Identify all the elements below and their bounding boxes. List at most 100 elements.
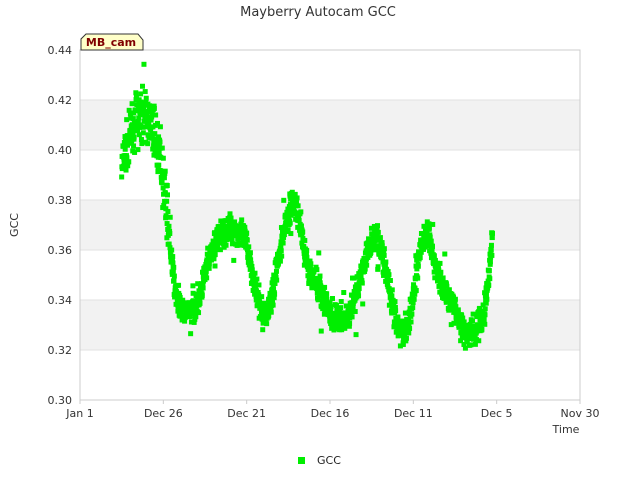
chart: 0.30 0.32 0.34 0.36 0.38 0.40 0.42 0.44 Jan 1 De…	[8, 5, 599, 467]
gcc-point	[403, 335, 409, 341]
gcc-point	[375, 264, 381, 270]
gcc-point	[259, 294, 265, 300]
x-axis-ticks: Jan 1 Dec 26 Dec 21 Dec 16 Dec 11 Dec 5 Nov 30	[65, 400, 599, 420]
y-tick-label: 0.30	[48, 394, 73, 407]
gcc-point	[410, 305, 416, 311]
gcc-point	[256, 282, 262, 288]
gcc-point	[349, 314, 355, 320]
gcc-point	[190, 283, 196, 289]
gcc-point	[304, 248, 310, 254]
y-tick-label: 0.36	[48, 244, 73, 257]
gcc-point	[119, 174, 125, 180]
gcc-point	[157, 124, 163, 130]
gcc-point	[476, 338, 482, 344]
gcc-point	[274, 277, 280, 283]
y-axis-label: GCC	[8, 213, 21, 237]
gcc-point	[353, 332, 359, 338]
flag-label: MB_cam	[86, 36, 136, 49]
gcc-point	[479, 326, 485, 332]
gcc-point	[347, 321, 353, 327]
gcc-point	[145, 141, 151, 147]
gcc-point	[264, 321, 270, 327]
gcc-point	[223, 242, 229, 248]
gcc-point	[317, 273, 323, 279]
gcc-point	[169, 247, 175, 253]
gcc-point	[440, 275, 446, 281]
x-tick-label: Dec 5	[481, 407, 513, 420]
y-tick-label: 0.32	[48, 344, 73, 357]
gcc-point	[487, 259, 493, 265]
gcc-point	[338, 299, 344, 305]
gcc-point	[489, 235, 495, 241]
gcc-point	[417, 255, 423, 261]
gcc-point	[188, 331, 194, 337]
gcc-point	[196, 310, 202, 316]
gcc-point	[138, 91, 144, 97]
gcc-point	[141, 61, 147, 67]
gcc-point	[166, 223, 172, 229]
gcc-point	[294, 195, 300, 201]
y-tick-label: 0.40	[48, 144, 73, 157]
gcc-point	[212, 252, 218, 258]
gcc-point	[314, 267, 320, 273]
gcc-point	[164, 198, 170, 204]
gcc-point	[142, 89, 148, 95]
gcc-point	[200, 285, 206, 291]
gcc-point	[386, 272, 392, 278]
gcc-point	[159, 145, 165, 151]
gcc-point	[308, 261, 314, 267]
gcc-point	[488, 242, 494, 248]
gcc-point	[490, 230, 495, 236]
gcc-point	[375, 223, 380, 229]
gcc-point	[171, 273, 177, 279]
gcc-point	[212, 263, 218, 269]
gcc-point	[135, 147, 141, 153]
gcc-point	[162, 168, 168, 174]
gcc-point	[140, 130, 146, 136]
gcc-point	[381, 246, 387, 252]
gcc-point	[437, 260, 443, 266]
x-tick-label: Dec 16	[311, 407, 350, 420]
chart-title: Mayberry Autocam GCC	[240, 5, 396, 20]
gcc-point	[438, 269, 444, 275]
legend-swatch	[298, 457, 305, 464]
gcc-point	[415, 275, 421, 281]
gcc-point	[270, 302, 276, 308]
gcc-point	[452, 296, 458, 302]
gcc-point	[330, 296, 335, 302]
gcc-point	[131, 143, 137, 149]
gcc-point	[407, 325, 413, 331]
gcc-point	[481, 317, 487, 323]
gcc-point	[341, 290, 347, 296]
gcc-point	[278, 248, 284, 254]
x-tick-label: Dec 26	[144, 407, 183, 420]
gcc-point	[381, 252, 387, 258]
gcc-point	[140, 83, 145, 89]
gcc-point	[356, 286, 362, 292]
gcc-point	[302, 237, 308, 243]
grid-band	[80, 200, 580, 250]
gcc-point	[231, 257, 237, 263]
gcc-point	[239, 217, 245, 223]
y-tick-label: 0.34	[48, 294, 73, 307]
gcc-point	[126, 159, 132, 165]
legend-label: GCC	[317, 454, 341, 467]
gcc-point	[322, 284, 328, 290]
gcc-point	[143, 95, 149, 101]
y-tick-label: 0.44	[48, 44, 73, 57]
x-tick-label: Dec 11	[394, 407, 433, 420]
gcc-point	[164, 183, 170, 189]
y-tick-label: 0.38	[48, 194, 73, 207]
gcc-point	[165, 209, 171, 215]
gcc-point	[160, 155, 166, 161]
gcc-point	[153, 112, 159, 118]
gcc-point	[171, 278, 177, 284]
gcc-point	[272, 291, 278, 297]
gcc-point	[244, 230, 250, 236]
x-tick-label: Jan 1	[65, 407, 93, 420]
gcc-point	[268, 309, 274, 315]
gcc-point	[167, 214, 173, 220]
gcc-point	[151, 105, 157, 111]
gcc-point	[470, 318, 475, 324]
gcc-point	[156, 162, 162, 168]
